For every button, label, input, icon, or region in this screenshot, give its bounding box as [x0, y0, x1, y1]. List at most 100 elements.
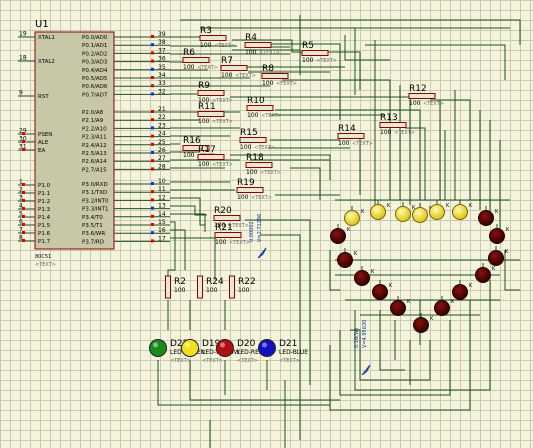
led-body: [434, 300, 450, 316]
schematic-canvas[interactable]: U1 80C51 <TEXT> 19XTAL118XTAL29RST29PSEN…: [0, 0, 533, 448]
resistor-value: 100: [215, 239, 227, 246]
resistor-r14[interactable]: R14 100 <TEXT>: [337, 124, 373, 147]
pin-state-marker: [151, 190, 154, 194]
mcu-pin-number: 24: [158, 131, 166, 138]
mcu-text-tag: <TEXT>: [35, 262, 56, 268]
mcu-pin-label: P2.1/A9: [82, 118, 104, 124]
resistor-value: 100: [338, 140, 350, 147]
resistor-value: 100: [240, 144, 252, 151]
led-body: [330, 228, 346, 244]
resistor-value: 100: [206, 287, 218, 294]
mcu-pin-label: P1.7: [38, 239, 51, 245]
pin-state-marker: [151, 84, 154, 88]
mcu-pin-label: P0.4/AD4: [82, 68, 108, 74]
mcu-pin-number: 38: [158, 39, 166, 46]
led-highlight: [185, 342, 190, 348]
resistor-ref: R19: [237, 178, 255, 188]
resistor-ref: R4: [245, 33, 257, 43]
resistor-r24[interactable]: R24100: [197, 275, 224, 299]
resistor-text-tag: <TEXT>: [423, 101, 444, 107]
resistor-r10[interactable]: R10 100 <TEXT>: [246, 96, 282, 119]
resistor-ref: R8: [262, 64, 274, 74]
resistor-r17[interactable]: R17 100 <TEXT>: [197, 145, 233, 168]
resistor-body: [165, 275, 171, 299]
ring-led: K: [344, 206, 365, 226]
pin-state-marker: [151, 43, 154, 47]
pin-state-marker: [151, 231, 154, 235]
mcu-pin-number: 26: [158, 147, 166, 154]
resistor-body: [214, 232, 242, 238]
mcu-pin-label: P1.3: [38, 207, 51, 213]
resistor-value: 100: [198, 161, 210, 168]
mcu-pin-number: 19: [19, 31, 27, 38]
resistor-body: [197, 90, 225, 96]
mcu-pin-label: P1.2: [38, 199, 50, 205]
resistor-text-tag: <TEXT>: [235, 73, 256, 79]
resistor-body: [213, 215, 241, 221]
resistor-ref: R7: [221, 56, 233, 66]
mcu-pin-number: 18: [19, 55, 27, 62]
resistor-body: [197, 154, 225, 160]
resistor-ref: R11: [198, 102, 216, 112]
resistor-body: [236, 187, 264, 193]
resistor-body: [337, 133, 365, 139]
resistor-ref: R13: [380, 113, 398, 123]
resistor-value: 100: [380, 129, 392, 136]
resistor-r15[interactable]: R15 100 <TEXT>: [239, 128, 275, 151]
resistor-value: 100: [183, 64, 195, 71]
pin-state-marker: [151, 142, 154, 146]
resistor-text-tag: <TEXT>: [212, 162, 233, 168]
resistor-r11[interactable]: R11 100 <TEXT>: [197, 102, 233, 125]
resistor-r19[interactable]: R19 100 <TEXT>: [236, 178, 272, 201]
resistor-value: 100: [245, 49, 257, 56]
mcu-pin-label: P1.6: [38, 231, 51, 237]
led-ref: D20: [237, 339, 256, 349]
mcu-pin-number: 28: [158, 163, 166, 170]
led-pin-mark: K: [469, 203, 473, 209]
mcu-pin-number: 17: [158, 235, 166, 242]
mcu-pin-number: 13: [158, 203, 166, 210]
probe-reading: 0.16(W): [354, 328, 360, 348]
mcu-pin-label: P0.1/AD1: [82, 43, 107, 49]
resistor-r3[interactable]: R3 100 <TEXT>: [199, 26, 235, 49]
mcu-pin-number: 27: [158, 155, 166, 162]
mcu-pin-number: 35: [158, 64, 166, 71]
resistor-r6[interactable]: R6 100 <TEXT>: [182, 48, 218, 71]
led-pin-mark: K: [347, 227, 351, 233]
resistor-ref: R22: [238, 277, 256, 287]
led-text-tag: <TEXT>: [237, 358, 258, 364]
resistor-body: [261, 73, 289, 79]
resistor-text-tag: <TEXT>: [260, 170, 281, 176]
resistor-r9[interactable]: R9100 <TEXT>: [197, 81, 233, 104]
resistor-body: [245, 162, 273, 168]
pin-state-marker: [151, 67, 154, 71]
resistor-text-tag: <TEXT>: [212, 119, 233, 125]
led-pin-mark: K: [354, 251, 358, 257]
mcu-pin-label: XTAL2: [38, 59, 55, 65]
led-pin-mark: K: [361, 209, 365, 215]
resistor-r12[interactable]: R12 100 <TEXT>: [408, 84, 444, 107]
led-body: [475, 267, 491, 283]
probe-voltage: V=2.71296: [257, 214, 263, 242]
mcu-pin-label: P1.1: [38, 191, 50, 197]
resistor-value: 100: [174, 287, 186, 294]
pin-state-marker: [151, 214, 154, 218]
resistor-ref: R14: [338, 124, 356, 134]
microcontroller[interactable]: U1 80C51 <TEXT> 19XTAL118XTAL29RST29PSEN…: [18, 19, 170, 268]
led-pin-mark: K: [492, 266, 496, 272]
led-body: [372, 284, 388, 300]
pin-state-marker: [22, 148, 25, 151]
indicator-led-d21[interactable]: D21LED-BLUE <TEXT>: [258, 339, 309, 364]
led-body: [413, 317, 429, 333]
resistor-r22[interactable]: R22100: [229, 275, 256, 299]
ring-led: K: [354, 266, 375, 286]
resistor-r2[interactable]: R2100: [165, 275, 186, 299]
resistor-r18[interactable]: R18 100 <TEXT>: [245, 153, 281, 176]
indicator-led-d20[interactable]: D20LED-RED<TEXT>: [216, 339, 264, 364]
mcu-pin-number: 10: [158, 178, 166, 185]
voltage-probe[interactable]: 0.16(W) V=4.95630: [354, 320, 371, 376]
resistor-value: 100: [183, 152, 195, 159]
led-body: [452, 204, 468, 220]
led-highlight: [153, 342, 158, 348]
resistor-text-tag: <TEXT>: [251, 195, 272, 201]
